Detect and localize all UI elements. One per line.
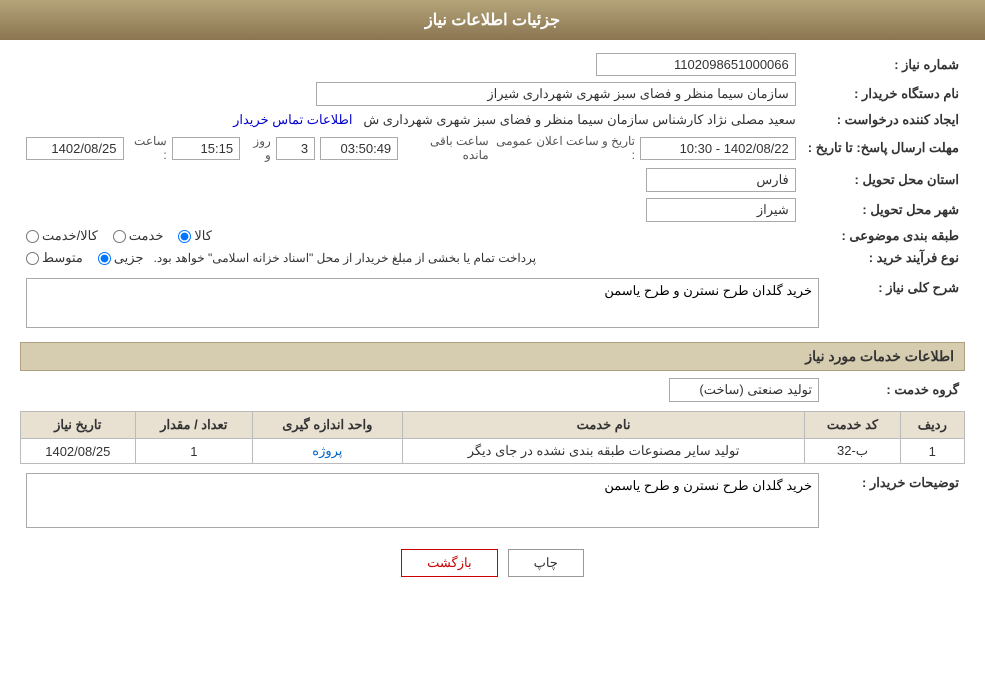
purchase-type-row: متوسط جزیی پرداخت تمام یا بخشی از مبلغ خ… [20, 247, 802, 269]
deadline-row: 1402/08/25 ساعت : 15:15 روز و 3 03:50:49… [20, 131, 802, 165]
cell-service-name: تولید سایر مصنوعات طبقه بندی نشده در جای… [402, 439, 805, 464]
category-option-khedmat[interactable]: خدمت [113, 228, 164, 244]
deadline-days-input: 3 [276, 137, 315, 160]
col-date: تاریخ نیاز [21, 412, 136, 439]
col-service-name: نام خدمت [402, 412, 805, 439]
deadline-time-label: ساعت : [129, 134, 167, 162]
need-desc-value [20, 275, 825, 334]
buyer-desc-textarea[interactable] [26, 473, 819, 528]
category-label: طبقه بندی موضوعی : [802, 225, 965, 247]
purchase-type-label: نوع فرآیند خرید : [802, 247, 965, 269]
description-table: شرح کلی نیاز : [20, 275, 965, 334]
purchase-option-jozii[interactable]: جزیی [98, 250, 144, 266]
creator-label: ایجاد کننده درخواست : [802, 109, 965, 131]
service-group-table: گروه خدمت : تولید صنعتی (ساخت) [20, 375, 965, 405]
service-group-label: گروه خدمت : [825, 375, 965, 405]
table-row: 1 ب-32 تولید سایر مصنوعات طبقه بندی نشده… [21, 439, 965, 464]
service-group-value: تولید صنعتی (ساخت) [20, 375, 825, 405]
need-desc-label: شرح کلی نیاز : [825, 275, 965, 334]
page-header: جزئیات اطلاعات نیاز [0, 0, 985, 40]
buyer-org-input: سازمان سیما منظر و فضای سبز شهری شهرداری… [316, 82, 796, 106]
cell-service-code: ب-32 [805, 439, 900, 464]
category-kala-label: کالا [194, 228, 212, 244]
city-input: شیراز [646, 198, 796, 222]
col-quantity: تعداد / مقدار [135, 412, 253, 439]
cell-date: 1402/08/25 [21, 439, 136, 464]
buyer-desc-label: توضیحات خریدار : [825, 470, 965, 534]
category-kala-khedmat-radio[interactable] [26, 230, 39, 243]
deadline-time-input: 15:15 [172, 137, 240, 160]
creator-value: سعید مصلی نژاد کارشناس سازمان سیما منظر … [20, 109, 802, 131]
purchase-note: پرداخت تمام یا بخشی از مبلغ خریدار از مح… [154, 251, 537, 265]
purchase-jozii-radio[interactable] [98, 252, 111, 265]
purchase-motavaset-label: متوسط [42, 250, 83, 266]
need-number-input: 1102098651000066 [596, 53, 796, 76]
contact-link[interactable]: اطلاعات تماس خریدار [233, 112, 352, 127]
cell-row-num: 1 [900, 439, 964, 464]
purchase-option-motavaset[interactable]: متوسط [26, 250, 83, 266]
need-number-value: 1102098651000066 [20, 50, 802, 79]
category-kala-khedmat-label: کالا/خدمت [42, 228, 98, 244]
category-row: کالا/خدمت خدمت کالا [20, 225, 802, 247]
purchase-motavaset-radio[interactable] [26, 252, 39, 265]
province-input: فارس [646, 168, 796, 192]
need-number-label: شماره نیاز : [802, 50, 965, 79]
deadline-remaining-label: ساعت باقی مانده [403, 134, 489, 162]
buyer-desc-table: توضیحات خریدار : [20, 470, 965, 534]
services-section-title: اطلاعات خدمات مورد نیاز [20, 342, 965, 371]
print-button[interactable]: چاپ [508, 549, 584, 577]
category-khedmat-label: خدمت [129, 228, 164, 244]
purchase-jozii-label: جزیی [114, 250, 144, 266]
category-option-kala-khedmat[interactable]: کالا/خدمت [26, 228, 98, 244]
deadline-label: مهلت ارسال پاسخ: تا تاریخ : [802, 131, 965, 165]
services-data-table: ردیف کد خدمت نام خدمت واحد اندازه گیری ت… [20, 411, 965, 464]
creator-text: سعید مصلی نژاد کارشناس سازمان سیما منظر … [363, 112, 795, 127]
category-kala-radio[interactable] [178, 230, 191, 243]
deadline-days-label: روز و [245, 134, 271, 162]
province-value: فارس [20, 165, 802, 195]
col-row-num: ردیف [900, 412, 964, 439]
buyer-desc-value [20, 470, 825, 534]
city-label: شهر محل تحویل : [802, 195, 965, 225]
col-service-code: کد خدمت [805, 412, 900, 439]
service-group-input: تولید صنعتی (ساخت) [669, 378, 819, 402]
announce-label: تاریخ و ساعت اعلان عمومی : [494, 134, 635, 162]
buyer-org-label: نام دستگاه خریدار : [802, 79, 965, 109]
page-title: جزئیات اطلاعات نیاز [425, 12, 560, 29]
cell-unit: پروژه [253, 439, 403, 464]
announce-value-input: 1402/08/22 - 10:30 [640, 137, 796, 160]
button-bar: چاپ بازگشت [20, 549, 965, 577]
province-label: استان محل تحویل : [802, 165, 965, 195]
cell-quantity: 1 [135, 439, 253, 464]
need-desc-textarea[interactable] [26, 278, 819, 328]
deadline-remaining-input: 03:50:49 [320, 137, 398, 160]
city-value: شیراز [20, 195, 802, 225]
col-unit: واحد اندازه گیری [253, 412, 403, 439]
buyer-org-value: سازمان سیما منظر و فضای سبز شهری شهرداری… [20, 79, 802, 109]
category-khedmat-radio[interactable] [113, 230, 126, 243]
deadline-date-input: 1402/08/25 [26, 137, 124, 160]
info-table: شماره نیاز : 1102098651000066 نام دستگاه… [20, 50, 965, 269]
back-button[interactable]: بازگشت [401, 549, 497, 577]
category-option-kala[interactable]: کالا [178, 228, 212, 244]
